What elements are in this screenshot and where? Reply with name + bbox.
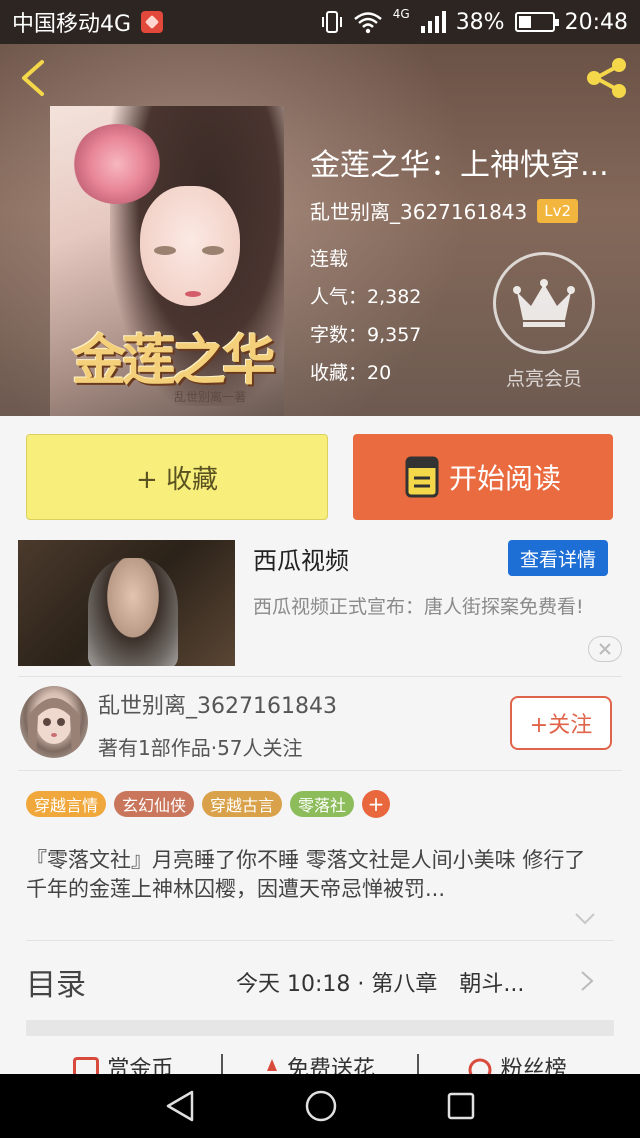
battery-percent: 38%: [455, 9, 505, 35]
cover-face: [140, 186, 240, 306]
ranking-icon: [468, 1058, 492, 1074]
author-row: 乱世别离_3627161843 Lv2: [310, 196, 579, 225]
crown-icon: [513, 279, 575, 327]
back-icon[interactable]: [14, 58, 54, 98]
status-bar: 中国移动4G 4G 38% 20:48: [0, 0, 640, 44]
fans-ranking-label: 粉丝榜: [500, 1057, 567, 1074]
tag-chip[interactable]: 穿越古言: [202, 791, 283, 817]
send-flower-label: 免费送花: [287, 1057, 376, 1074]
tag-list: 穿越言情 玄幻仙侠 穿越古言 零落社 +: [26, 790, 391, 818]
fans-ranking-button[interactable]: 粉丝榜: [419, 1054, 614, 1074]
battery-fill: [518, 16, 531, 28]
chevron-down-icon[interactable]: [574, 912, 596, 926]
wifi-icon: [353, 12, 382, 34]
cover-title: 金莲之华: [72, 328, 276, 392]
share-icon[interactable]: [582, 56, 630, 100]
follow-button[interactable]: +关注: [510, 696, 612, 750]
chevron-right-icon[interactable]: [580, 970, 594, 992]
send-flower-button[interactable]: 免费送花: [223, 1054, 418, 1074]
flower-icon: [267, 1059, 277, 1071]
ad-title[interactable]: 西瓜视频: [253, 541, 349, 576]
book-icon: [405, 456, 439, 498]
toc-label[interactable]: 目录: [26, 960, 86, 1004]
serial-status: 连载: [310, 248, 349, 270]
ad-detail-button[interactable]: 查看详情: [508, 540, 608, 576]
divider: [26, 940, 614, 941]
reward-label: 赏金币: [107, 1057, 174, 1074]
author-avatar[interactable]: [20, 686, 88, 758]
tag-chip[interactable]: 零落社: [290, 791, 355, 817]
ad-thumbnail[interactable]: [18, 540, 235, 666]
cover-author: 乱世别离一著: [174, 390, 247, 404]
ad-person-image: [88, 558, 178, 666]
favorites-count: 收藏：20: [310, 362, 392, 384]
nav-back-icon[interactable]: [164, 1089, 196, 1123]
signal-icon: [420, 11, 446, 33]
cover-rose: [72, 124, 162, 204]
book-cover[interactable]: 金莲之华 乱世别离一著: [50, 106, 284, 416]
vip-button[interactable]: [493, 252, 595, 354]
collect-button[interactable]: + 收藏: [26, 434, 328, 520]
notification-icon: [141, 11, 164, 33]
divider: [18, 676, 622, 677]
coin-icon: [73, 1057, 100, 1074]
author-name[interactable]: 乱世别离_3627161843: [310, 196, 527, 225]
writer-stats: 著有1部作品·57人关注: [98, 736, 303, 760]
battery-icon: [514, 12, 559, 32]
cover-eye-left: [154, 246, 176, 255]
ad-close-button[interactable]: [588, 636, 622, 662]
toc-latest-chapter[interactable]: 今天 10:18 · 第八章 朝斗...: [236, 966, 566, 998]
word-count: 字数：9,357: [310, 324, 422, 346]
start-reading-label: 开始阅读: [448, 462, 561, 495]
carrier-name: 中国移动4G: [12, 12, 132, 37]
reward-button[interactable]: 赏金币: [26, 1054, 221, 1074]
popularity: 人气：2,382: [310, 286, 422, 308]
tag-chip[interactable]: 穿越言情: [26, 791, 107, 817]
network-type: 4G: [392, 7, 410, 21]
tag-chip[interactable]: 玄幻仙侠: [114, 791, 195, 817]
vip-label[interactable]: 点亮会员: [494, 364, 594, 391]
vibrate-icon: [321, 11, 342, 33]
section-separator: [26, 1020, 614, 1036]
add-tag-button[interactable]: +: [362, 790, 391, 818]
close-icon: [599, 643, 611, 655]
level-badge: Lv2: [537, 198, 579, 223]
synopsis[interactable]: 『零落文社』月亮睡了你不睡 零落文社是人间小美味 修行了千年的金莲上神林囚樱，因…: [26, 846, 606, 904]
cover-eye-right: [202, 246, 224, 255]
divider: [18, 770, 622, 771]
avatar-face: [28, 698, 80, 758]
bottom-action-bar: 赏金币 免费送花 粉丝榜: [26, 1054, 614, 1074]
nav-home-icon[interactable]: [304, 1089, 338, 1123]
ad-description[interactable]: 西瓜视频正式宣布：唐人街探案免费看!: [253, 594, 613, 621]
writer-name[interactable]: 乱世别离_3627161843: [98, 688, 337, 720]
book-header: 金莲之华 乱世别离一著 金莲之华：上神快穿... 乱世别离_3627161843…: [0, 44, 640, 416]
system-navigation-bar: [0, 1074, 640, 1138]
nav-recents-icon[interactable]: [446, 1091, 476, 1121]
clock: 20:48: [564, 9, 628, 35]
book-title: 金莲之华：上神快穿...: [310, 148, 609, 183]
start-reading-button[interactable]: 开始阅读: [353, 434, 613, 520]
cover-lips: [185, 291, 201, 297]
